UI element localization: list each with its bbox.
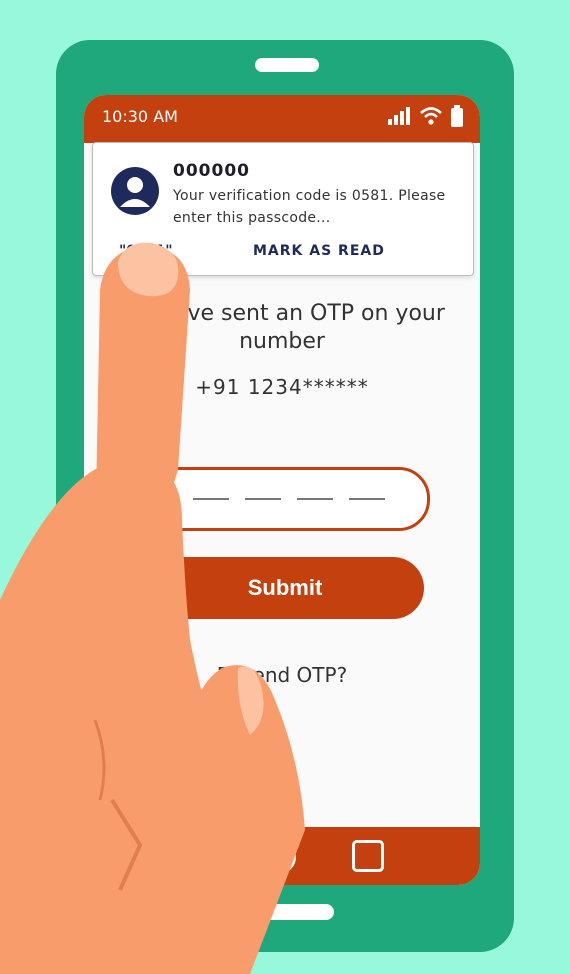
navigation-bar bbox=[84, 827, 480, 885]
otp-sent-heading: We have sent an OTP on your number bbox=[119, 301, 445, 354]
otp-input-field[interactable] bbox=[148, 467, 430, 531]
phone-home-indicator bbox=[236, 904, 334, 920]
otp-digit-2[interactable] bbox=[245, 498, 281, 500]
wifi-icon bbox=[420, 107, 442, 125]
recent-apps-icon[interactable] bbox=[352, 840, 384, 872]
signal-icon bbox=[388, 107, 410, 125]
battery-icon bbox=[451, 105, 463, 127]
submit-button[interactable]: Submit bbox=[146, 557, 424, 619]
mark-as-read-action[interactable]: MARK AS READ bbox=[253, 243, 385, 259]
phone-speaker bbox=[255, 58, 319, 72]
notification-message: Your verification code is 0581. Please e… bbox=[173, 188, 446, 226]
status-icons bbox=[388, 105, 464, 127]
sms-notification[interactable]: 000000 Your verification code is 0581. P… bbox=[92, 142, 474, 276]
notification-sender: 000000 bbox=[173, 161, 250, 181]
otp-digit-1[interactable] bbox=[193, 498, 229, 500]
resend-otp-link[interactable]: Resend OTP? bbox=[84, 663, 480, 687]
status-time: 10:30 AM bbox=[102, 107, 178, 126]
otp-digit-4[interactable] bbox=[349, 498, 385, 500]
user-avatar-icon bbox=[111, 167, 159, 215]
status-bar: 10:30 AM bbox=[84, 95, 480, 143]
otp-digit-3[interactable] bbox=[297, 498, 333, 500]
masked-phone-number: +91 1234****** bbox=[195, 375, 369, 399]
copy-code-action[interactable]: "0581" bbox=[119, 243, 173, 259]
home-nav-icon[interactable] bbox=[262, 840, 296, 874]
